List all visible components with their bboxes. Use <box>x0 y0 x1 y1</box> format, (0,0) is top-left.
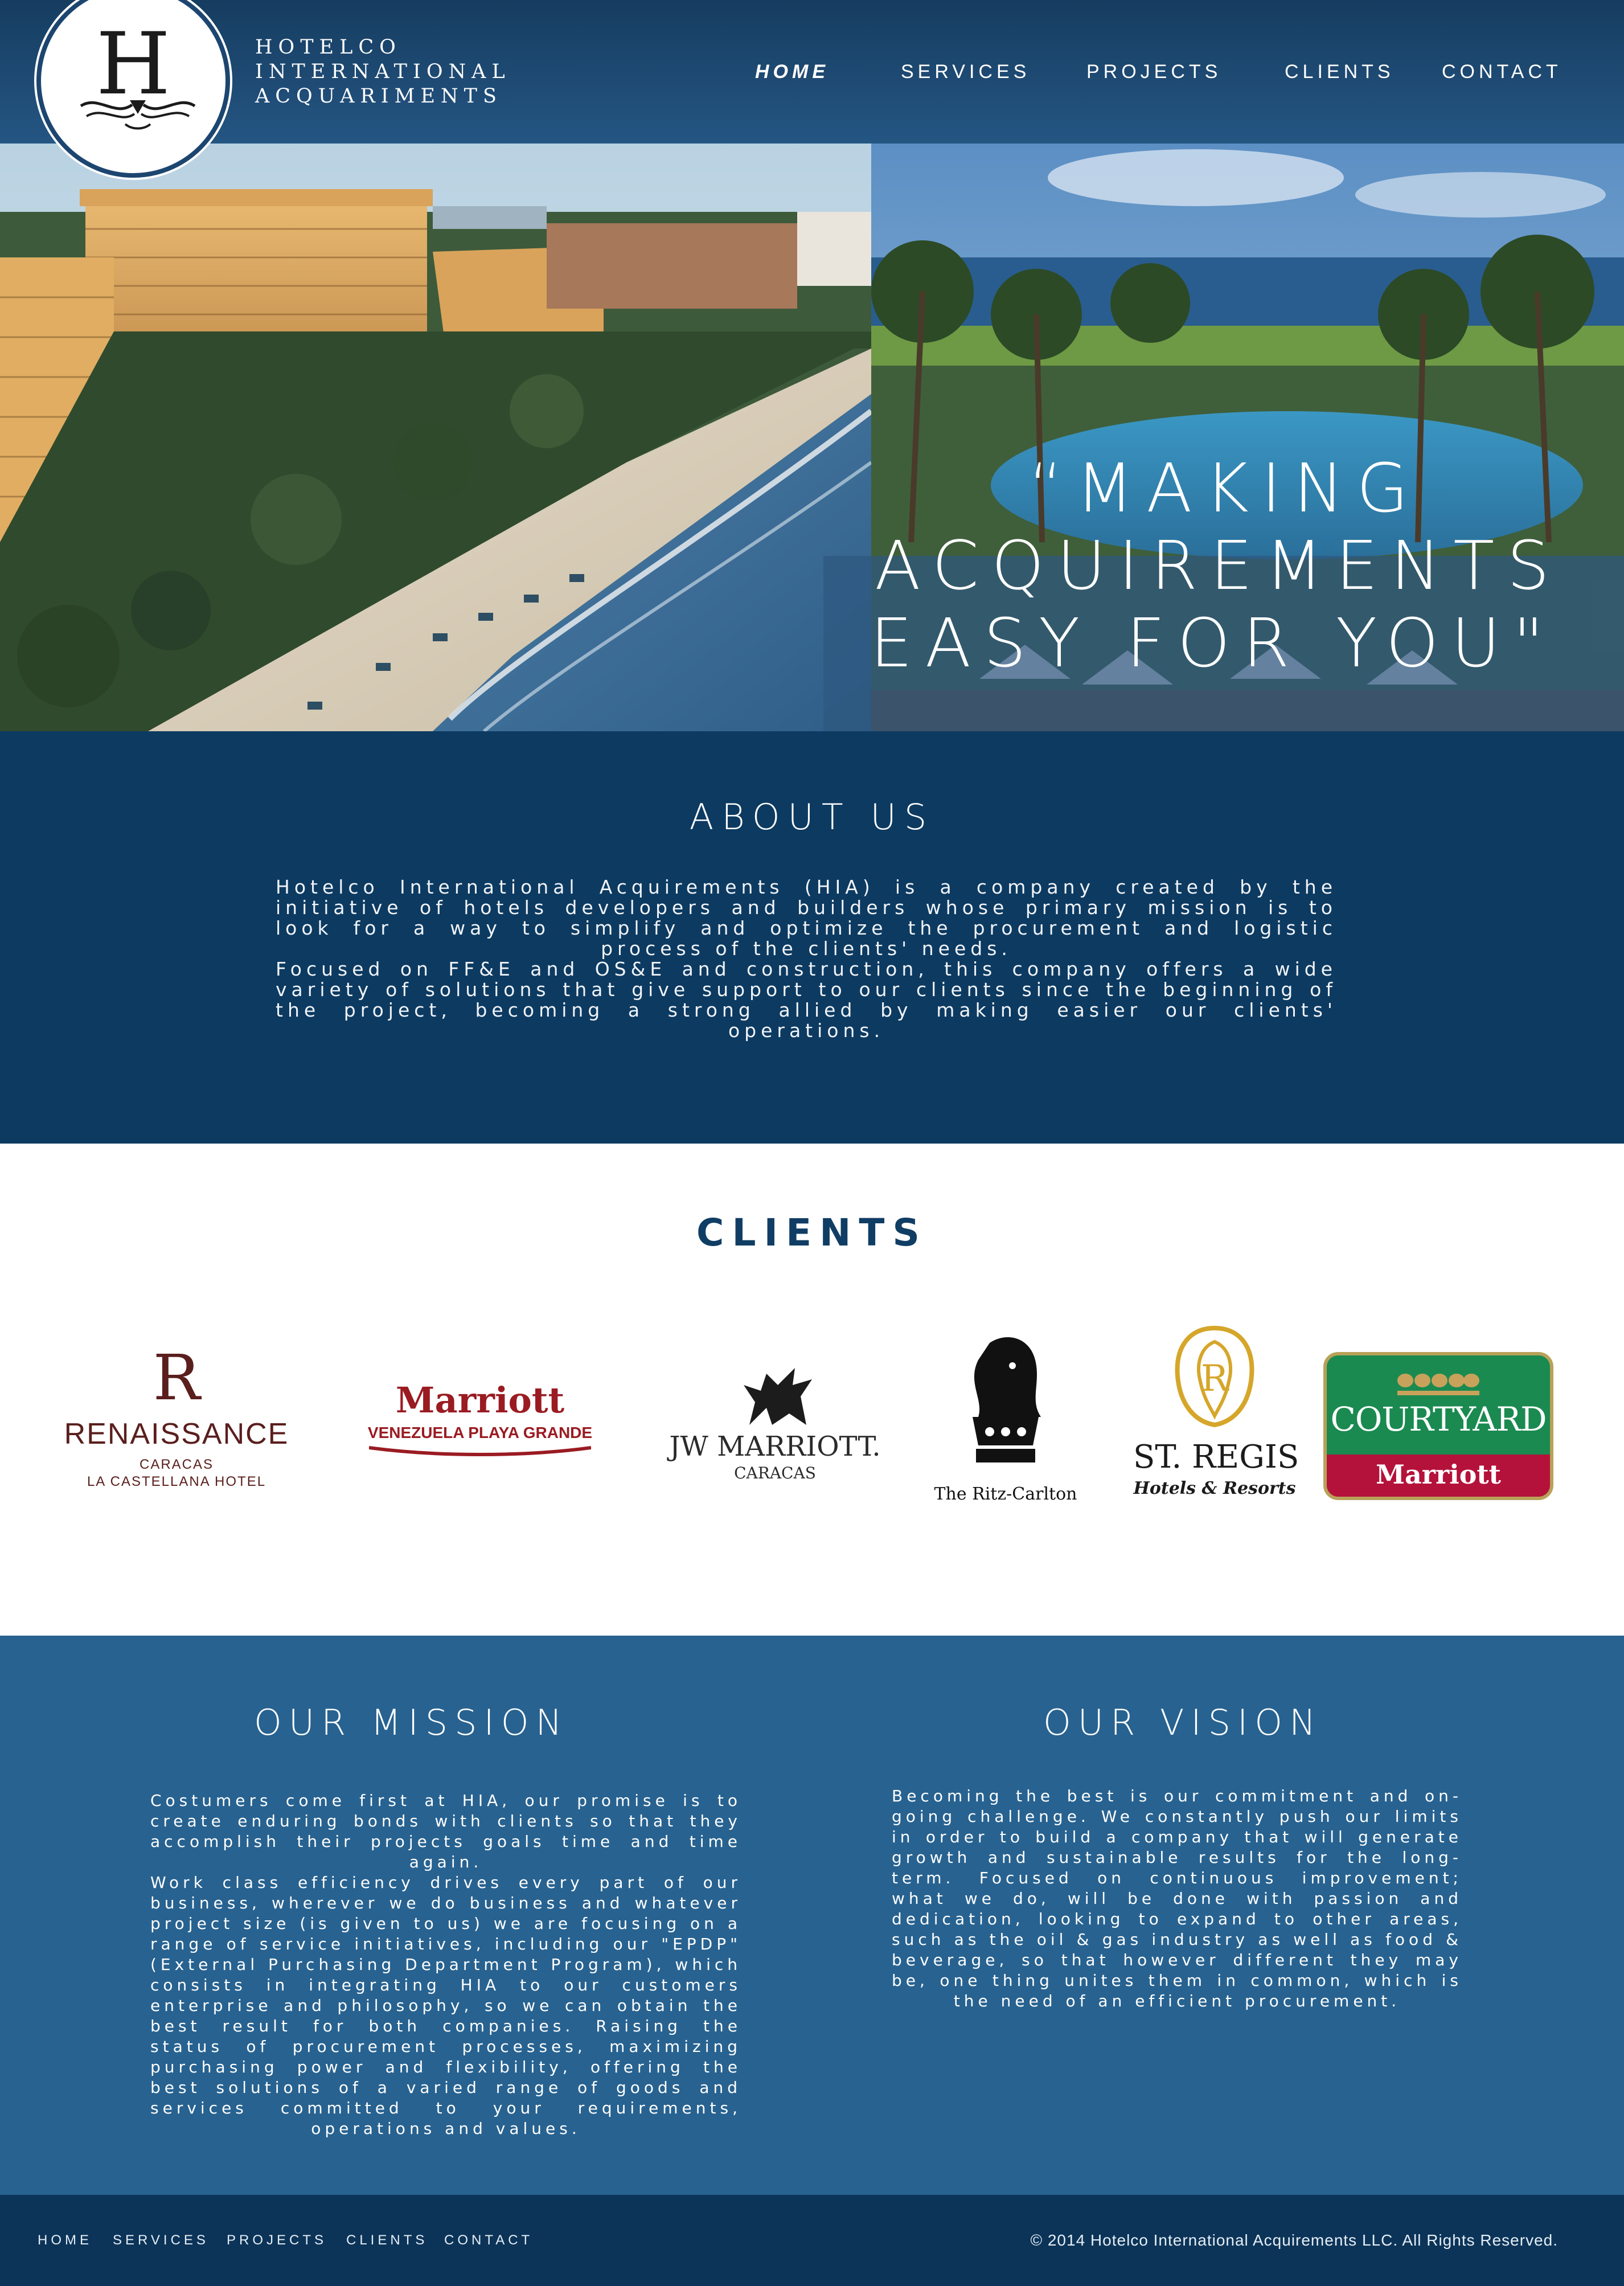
footer-link-home[interactable]: HOME <box>38 2232 92 2248</box>
jw-marriott-name: JW MARRIOTT. <box>669 1431 881 1462</box>
nav-contact[interactable]: CONTACT <box>1442 61 1562 88</box>
mission-paragraph-1: Costumers come first at HIA, our promise… <box>150 1791 741 1871</box>
about-paragraph-2: Focused on FF&E and OS&E and constructio… <box>276 958 1337 1042</box>
mission-paragraph-2: Work class efficiency drives every part … <box>150 1873 741 2138</box>
st-regis-crest-icon: R <box>1175 1325 1254 1427</box>
ritz-carlton-name: The Ritz-Carlton <box>934 1484 1077 1504</box>
jw-griffin-icon <box>744 1368 812 1425</box>
jw-marriott-city: CARACAS <box>734 1464 816 1482</box>
copyright-text: © 2014 Hotelco International Acquirement… <box>1030 2231 1558 2249</box>
ritz-lion-crown-icon <box>973 1337 1041 1462</box>
nav-clients[interactable]: CLIENTS <box>1285 61 1395 88</box>
renaissance-mark: R <box>153 1341 200 1414</box>
nav-home[interactable]: HOME <box>755 61 829 88</box>
clients-section: CLIENTS R RENAISSANCE CARACAS LA CASTELL… <box>0 1144 1624 1636</box>
client-logo-courtyard[interactable]: COURTYARD Marriott <box>1323 1352 1553 1500</box>
courtyard-trees-icon <box>1397 1374 1479 1395</box>
st-regis-name: ST. REGIS <box>1133 1439 1299 1476</box>
footer-link-contact[interactable]: CONTACT <box>444 2232 533 2248</box>
nav-projects[interactable]: PROJECTS <box>1086 61 1221 88</box>
brand-line-3: ACQUARIMENTS <box>255 85 502 108</box>
about-section: ABOUT US Hotelco International Acquireme… <box>0 731 1624 1144</box>
footer-link-services[interactable]: SERVICES <box>113 2232 209 2248</box>
courtyard-name: COURTYARD <box>1330 1400 1547 1439</box>
hero-quote-line-1: “MAKING <box>1028 449 1421 527</box>
hero-quote-line-2: ACQUIREMENTS <box>875 526 1563 605</box>
hero-banner: “MAKING ACQUIREMENTS EASY FOR YOU" <box>0 144 1624 731</box>
mission-vision-section: OUR MISSION Costumers come first at HIA,… <box>0 1636 1624 2195</box>
marriott-swoosh-icon <box>369 1446 591 1456</box>
courtyard-marriott: Marriott <box>1376 1459 1501 1490</box>
vision-title: OUR VISION <box>1043 1702 1323 1743</box>
clients-title: CLIENTS <box>696 1211 928 1255</box>
logo-ornament-icon <box>80 100 196 130</box>
hero-quote-line-3: EASY FOR YOU" <box>870 604 1557 682</box>
client-logo-jw-marriott[interactable]: JW MARRIOTT. CARACAS <box>658 1362 892 1488</box>
st-regis-tagline: Hotels & Resorts <box>1133 1478 1296 1498</box>
brand-line-2: INTERNATIONAL <box>255 60 511 83</box>
client-logo-ritz-carlton[interactable]: The Ritz-Carlton <box>925 1332 1086 1509</box>
client-logo-marriott-venezuela[interactable]: Marriott VENEZUELA PLAYA GRANDE <box>358 1383 602 1468</box>
vision-paragraph-1: Becoming the best is our commitment and … <box>892 1787 1462 2010</box>
footer-link-clients[interactable]: CLIENTS <box>346 2232 428 2248</box>
renaissance-name: RENAISSANCE <box>64 1418 289 1451</box>
renaissance-city: CARACAS <box>139 1457 214 1472</box>
site-footer: HOME SERVICES PROJECTS CLIENTS CONTACT ©… <box>0 2195 1624 2286</box>
marriott-venezuela-name: Marriott <box>395 1379 565 1421</box>
brand-name[interactable]: HOTELCO INTERNATIONAL ACQUARIMENTS <box>255 35 511 109</box>
about-title: ABOUT US <box>689 796 935 838</box>
footer-link-projects[interactable]: PROJECTS <box>227 2232 327 2248</box>
site-header: HOTELCO INTERNATIONAL ACQUARIMENTS HOME … <box>0 0 1624 144</box>
about-paragraph-1: Hotelco International Acquirements (HIA)… <box>276 876 1337 960</box>
client-logo-renaissance[interactable]: R RENAISSANCE CARACAS LA CASTELLANA HOTE… <box>51 1346 302 1494</box>
brand-line-1: HOTELCO <box>255 36 401 59</box>
svg-text:R: R <box>1201 1358 1229 1400</box>
renaissance-hotel: LA CASTELLANA HOTEL <box>87 1474 266 1489</box>
mission-title: OUR MISSION <box>254 1702 569 1743</box>
client-logo-st-regis[interactable]: R ST. REGIS Hotels & Resorts <box>1133 1325 1299 1507</box>
marriott-venezuela-location: VENEZUELA PLAYA GRANDE <box>367 1424 593 1441</box>
nav-services[interactable]: SERVICES <box>901 61 1030 88</box>
